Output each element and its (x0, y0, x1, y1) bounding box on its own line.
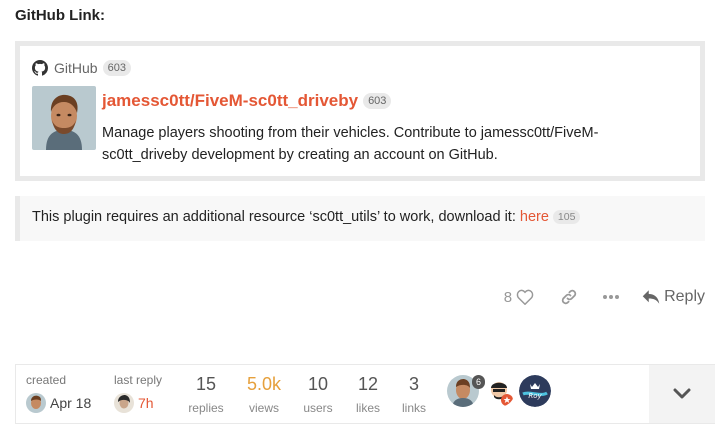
click-count-badge: 603 (363, 93, 392, 109)
like-count[interactable]: 8 (504, 289, 512, 306)
created-date: Apr 18 (50, 395, 92, 411)
participants: Roy (447, 375, 555, 407)
repo-title-row: jamessc0tt/FiveM-sc0tt_driveby 603 (102, 91, 392, 111)
created-label: created (26, 373, 67, 387)
onebox-source[interactable]: GitHub 603 (32, 60, 131, 76)
created-info: created Apr 18 (26, 373, 91, 413)
creator-avatar[interactable] (26, 393, 46, 413)
expand-topic-map-button[interactable] (649, 365, 715, 423)
click-count-badge: 603 (102, 60, 131, 76)
last-reply-time: 7h (138, 395, 154, 411)
likes-label: likes (355, 401, 380, 415)
stat-users: 10 users (300, 373, 336, 415)
github-icon (32, 60, 48, 76)
repo-description: Manage players shooting from their vehic… (102, 125, 599, 163)
post-heading: GitHub Link: (15, 7, 105, 24)
stat-links: 3 links (399, 373, 429, 415)
users-count: 10 (307, 374, 329, 394)
links-label: links (401, 401, 426, 415)
more-options-icon[interactable] (600, 286, 622, 308)
onebox-source-label: GitHub (54, 60, 98, 76)
replies-count: 15 (195, 374, 217, 394)
last-reply-label: last reply (114, 373, 163, 387)
stat-likes: 12 likes (351, 373, 385, 415)
stat-replies: 15 replies (186, 373, 226, 415)
views-count: 5.0k (246, 374, 282, 394)
svg-text:Roy: Roy (528, 392, 542, 400)
blockquote: This plugin requires an additional resou… (15, 196, 705, 241)
reply-label: Reply (664, 288, 705, 305)
quote-text: This plugin requires an additional resou… (32, 209, 581, 225)
post-actions: 8 Reply (504, 286, 705, 308)
heart-icon[interactable] (514, 286, 536, 308)
participant-avatar[interactable] (483, 375, 515, 407)
likes-count: 12 (357, 374, 379, 394)
topic-map-summary: created Apr 18 last reply 7h 15 replies … (15, 365, 647, 423)
github-onebox: GitHub 603 jamessc0tt/FiveM-sc0tt_driveb… (15, 41, 705, 181)
replies-label: replies (188, 401, 224, 415)
stat-views: 5.0k views (243, 373, 285, 415)
last-replier-avatar[interactable] (114, 393, 134, 413)
repo-owner-avatar (32, 86, 96, 150)
click-count-badge: 105 (552, 210, 581, 225)
reply-button[interactable]: Reply (642, 288, 705, 306)
last-reply-info: last reply 7h (114, 373, 162, 413)
quote-body: This plugin requires an additional resou… (32, 209, 520, 225)
participant-avatar[interactable]: Roy (519, 375, 551, 407)
reply-icon (642, 290, 660, 304)
chevron-down-icon (673, 388, 691, 399)
repo-title-link[interactable]: jamessc0tt/FiveM-sc0tt_driveby (102, 91, 358, 111)
link-icon[interactable] (558, 286, 580, 308)
download-link[interactable]: here (520, 209, 549, 225)
links-count: 3 (408, 374, 419, 394)
topic-map: created Apr 18 last reply 7h 15 replies … (15, 364, 715, 424)
post-count-badge: 6 (472, 375, 486, 389)
users-label: users (303, 401, 333, 415)
views-label: views (248, 401, 279, 415)
